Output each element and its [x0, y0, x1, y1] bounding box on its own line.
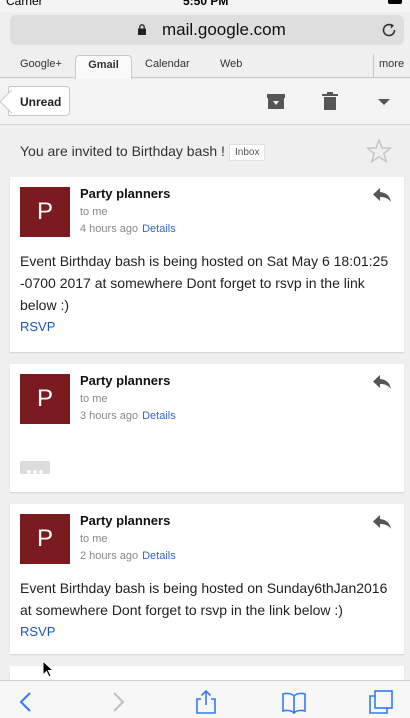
reply-icon[interactable] — [372, 514, 392, 530]
recipient-text: to me — [80, 393, 108, 405]
message-time-text: 4 hours ago — [80, 223, 139, 235]
message-body: Event Birthday bash is being hosted on S… — [20, 580, 388, 618]
recipient-text: to me — [80, 533, 108, 545]
inbox-label-badge[interactable]: Inbox — [229, 144, 266, 161]
unread-back-button[interactable]: Unread — [8, 86, 70, 116]
sender-avatar: P — [20, 187, 70, 237]
sender-name: Party planners — [80, 186, 171, 201]
star-icon[interactable] — [366, 138, 392, 164]
carrier-label: Carrier — [6, 0, 43, 8]
tab-gmail[interactable]: Gmail — [75, 55, 132, 79]
archive-icon[interactable] — [266, 91, 286, 111]
message-time-text: 2 hours ago — [80, 550, 139, 562]
tab-google-plus[interactable]: Google+ — [20, 58, 62, 70]
rsvp-link[interactable]: RSVP — [20, 624, 55, 639]
tabs-icon[interactable] — [368, 689, 394, 715]
message-time-text: 3 hours ago — [80, 410, 139, 422]
show-trimmed-content-button[interactable] — [20, 461, 50, 474]
details-link[interactable]: Details — [142, 410, 176, 422]
recipient-text: to me — [80, 206, 108, 218]
tab-calendar[interactable]: Calendar — [145, 58, 190, 70]
lock-icon — [138, 24, 146, 35]
share-icon[interactable] — [193, 689, 219, 715]
sender-avatar: P — [20, 374, 70, 424]
message-card[interactable]: P Party planners to me 4 hours ago Detail… — [10, 177, 404, 352]
mail-toolbar: Unread — [0, 79, 410, 125]
bookmarks-icon[interactable] — [281, 689, 307, 715]
trash-icon[interactable] — [320, 91, 340, 111]
sender-name: Party planners — [80, 513, 171, 528]
message-card[interactable]: P Party planners to me 2 hours ago Detail… — [10, 504, 404, 654]
tab-web[interactable]: Web — [220, 58, 242, 70]
thread-subject: You are invited to Birthday bash ! — [20, 143, 225, 159]
address-bar[interactable]: mail.google.com — [10, 15, 404, 45]
forward-icon[interactable] — [104, 689, 130, 715]
status-time: 5:50 PM — [183, 0, 229, 8]
chevron-down-icon[interactable] — [374, 91, 394, 111]
message-body: Event Birthday bash is being hosted on S… — [20, 253, 389, 313]
back-icon[interactable] — [14, 689, 40, 715]
mouse-cursor-icon — [42, 660, 54, 678]
message-card[interactable]: P Party planners to me 3 hours ago Detail… — [10, 364, 404, 492]
message-time: 3 hours ago Details — [80, 410, 176, 422]
reply-icon[interactable] — [372, 374, 392, 390]
message-time: 2 hours ago Details — [80, 550, 176, 562]
reply-icon[interactable] — [372, 187, 392, 203]
tab-more[interactable]: more — [373, 54, 404, 78]
google-app-tabs: Google+ Gmail Calendar Web more — [0, 50, 410, 79]
unread-back-label: Unread — [20, 95, 62, 109]
sender-name: Party planners — [80, 373, 171, 388]
battery-icon — [388, 0, 402, 4]
message-card[interactable] — [10, 666, 404, 680]
rsvp-link[interactable]: RSVP — [20, 319, 55, 334]
reload-icon[interactable] — [380, 21, 398, 39]
details-link[interactable]: Details — [142, 223, 176, 235]
browser-bottom-bar — [0, 680, 410, 718]
url-text: mail.google.com — [162, 20, 286, 39]
sender-avatar: P — [20, 514, 70, 564]
details-link[interactable]: Details — [142, 550, 176, 562]
message-time: 4 hours ago Details — [80, 223, 176, 235]
status-bar: Carrier 5:50 PM — [0, 0, 410, 12]
